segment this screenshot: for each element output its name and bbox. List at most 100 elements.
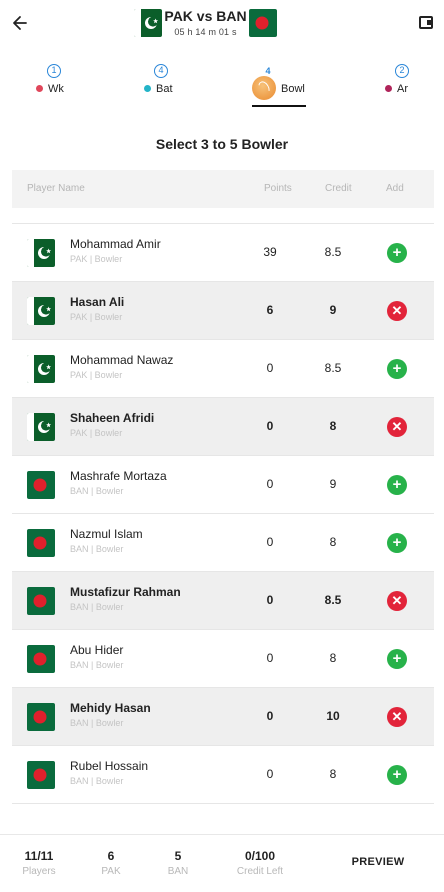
bangladesh-flag-icon <box>27 529 55 557</box>
player-row[interactable]: Nazmul Islam BAN | Bowler 0 8 + <box>12 513 434 571</box>
player-points: 0 <box>266 709 274 723</box>
player-name: Mustafizur Rahman <box>70 585 181 599</box>
remove-player-icon[interactable]: ✕ <box>387 707 407 727</box>
tab-ar-label: Ar <box>385 83 408 95</box>
player-team-role: PAK | Bowler <box>70 370 123 380</box>
pak-label: PAK <box>101 866 121 877</box>
player-row[interactable]: Shaheen Afridi PAK | Bowler 0 8 ✕ <box>12 397 434 455</box>
tab-bat-count: 4 <box>154 64 168 78</box>
tab-bat[interactable]: 4 Bat <box>140 56 188 110</box>
tab-bat-label: Bat <box>144 83 173 95</box>
add-player-icon[interactable]: + <box>387 533 407 553</box>
player-team-role: BAN | Bowler <box>70 718 124 728</box>
pakistan-flag-icon <box>27 413 55 441</box>
player-team-role: BAN | Bowler <box>70 486 124 496</box>
player-name: Nazmul Islam <box>70 527 143 541</box>
bangladesh-flag-icon <box>249 9 277 37</box>
player-credit: 8.5 <box>324 245 342 259</box>
player-row[interactable]: Abu Hider BAN | Bowler 0 8 + <box>12 629 434 687</box>
column-points: Points <box>264 183 292 194</box>
player-points: 0 <box>266 593 274 607</box>
player-name: Hasan Ali <box>70 295 125 309</box>
pakistan-flag-icon <box>27 355 55 383</box>
player-row[interactable]: Rubel Hossain BAN | Bowler 0 8 + <box>12 745 434 803</box>
player-points: 0 <box>266 767 274 781</box>
back-arrow-icon[interactable] <box>12 13 28 33</box>
wallet-icon[interactable] <box>419 16 433 29</box>
ban-label: BAN <box>167 866 189 877</box>
footer-pak: 6 PAK <box>94 849 128 877</box>
player-credit: 8 <box>329 419 337 433</box>
column-player-name: Player Name <box>27 183 85 194</box>
add-player-icon[interactable]: + <box>387 765 407 785</box>
bangladesh-flag-icon <box>27 703 55 731</box>
player-row[interactable]: Mustafizur Rahman BAN | Bowler 0 8.5 ✕ <box>12 571 434 629</box>
match-title: PAK vs BAN <box>164 8 247 24</box>
player-row[interactable]: Mashrafe Mortaza BAN | Bowler 0 9 + <box>12 455 434 513</box>
player-name: Mashrafe Mortaza <box>70 469 167 483</box>
player-team-role: PAK | Bowler <box>70 428 123 438</box>
footer-credit-left: 0/100 Credit Left <box>228 849 292 877</box>
remove-player-icon[interactable]: ✕ <box>387 591 407 611</box>
tab-bowl-label: Bowl <box>281 83 305 95</box>
player-points: 0 <box>266 477 274 491</box>
add-player-icon[interactable]: + <box>387 649 407 669</box>
wk-dot-icon <box>36 85 43 92</box>
add-player-icon[interactable]: + <box>387 243 407 263</box>
pak-count: 6 <box>107 849 115 863</box>
player-name: Rubel Hossain <box>70 759 149 773</box>
player-team-role: BAN | Bowler <box>70 776 124 786</box>
tab-ar[interactable]: 2 Ar <box>384 56 432 110</box>
player-team-role: PAK | Bowler <box>70 312 123 322</box>
player-credit: 8 <box>329 767 337 781</box>
add-player-icon[interactable]: + <box>387 359 407 379</box>
player-team-role: PAK | Bowler <box>70 254 123 264</box>
list-divider <box>12 803 434 804</box>
player-team-role: BAN | Bowler <box>70 602 124 612</box>
player-team-role: BAN | Bowler <box>70 660 124 670</box>
pakistan-flag-icon <box>27 297 55 325</box>
preview-button[interactable]: PREVIEW <box>342 856 414 868</box>
match-countdown: 05 h 14 m 01 s <box>174 27 237 37</box>
tab-bowl[interactable]: 4 Bowl <box>250 56 310 110</box>
player-points: 0 <box>266 361 274 375</box>
remove-player-icon[interactable]: ✕ <box>387 417 407 437</box>
players-count: 11/11 <box>24 849 54 863</box>
player-points: 6 <box>266 303 274 317</box>
player-row[interactable]: Mehidy Hasan BAN | Bowler 0 10 ✕ <box>12 687 434 745</box>
tab-wk[interactable]: 1 Wk <box>34 56 82 110</box>
player-credit: 8.5 <box>324 593 342 607</box>
team-summary-footer: 11/11 Players 6 PAK 5 BAN 0/100 Credit L… <box>0 834 444 892</box>
bangladesh-flag-icon <box>27 761 55 789</box>
player-row[interactable]: Mohammad Amir PAK | Bowler 39 8.5 + <box>12 223 434 281</box>
role-tabs: 1 Wk 4 Bat 4 Bowl 2 Ar <box>0 56 444 112</box>
player-credit: 8.5 <box>324 361 342 375</box>
player-name: Mehidy Hasan <box>70 701 151 715</box>
tab-ar-text: Ar <box>397 83 408 95</box>
remove-player-icon[interactable]: ✕ <box>387 301 407 321</box>
player-name: Shaheen Afridi <box>70 411 155 425</box>
tab-ar-count: 2 <box>395 64 409 78</box>
column-credit: Credit <box>325 183 352 194</box>
footer-players: 11/11 Players <box>18 849 60 877</box>
player-name: Mohammad Nawaz <box>70 353 174 367</box>
pakistan-flag-icon <box>27 239 55 267</box>
tab-wk-text: Wk <box>48 83 64 95</box>
player-credit: 9 <box>329 303 337 317</box>
bangladesh-flag-icon <box>27 471 55 499</box>
player-credit: 8 <box>329 535 337 549</box>
ar-dot-icon <box>385 85 392 92</box>
tab-wk-count: 1 <box>47 64 61 78</box>
player-name: Abu Hider <box>70 643 124 657</box>
player-list: Mohammad Amir PAK | Bowler 39 8.5 + Hasan Ali… <box>12 223 434 804</box>
player-team-role: BAN | Bowler <box>70 544 124 554</box>
player-row[interactable]: Hasan Ali PAK | Bowler 6 9 ✕ <box>12 281 434 339</box>
add-player-icon[interactable]: + <box>387 475 407 495</box>
column-add: Add <box>386 183 404 194</box>
footer-ban: 5 BAN <box>160 849 196 877</box>
app-header: PAK vs BAN 05 h 14 m 01 s <box>0 0 444 48</box>
ban-count: 5 <box>174 849 182 863</box>
cricket-ball-icon <box>252 76 276 100</box>
player-name: Mohammad Amir <box>70 237 161 251</box>
player-row[interactable]: Mohammad Nawaz PAK | Bowler 0 8.5 + <box>12 339 434 397</box>
